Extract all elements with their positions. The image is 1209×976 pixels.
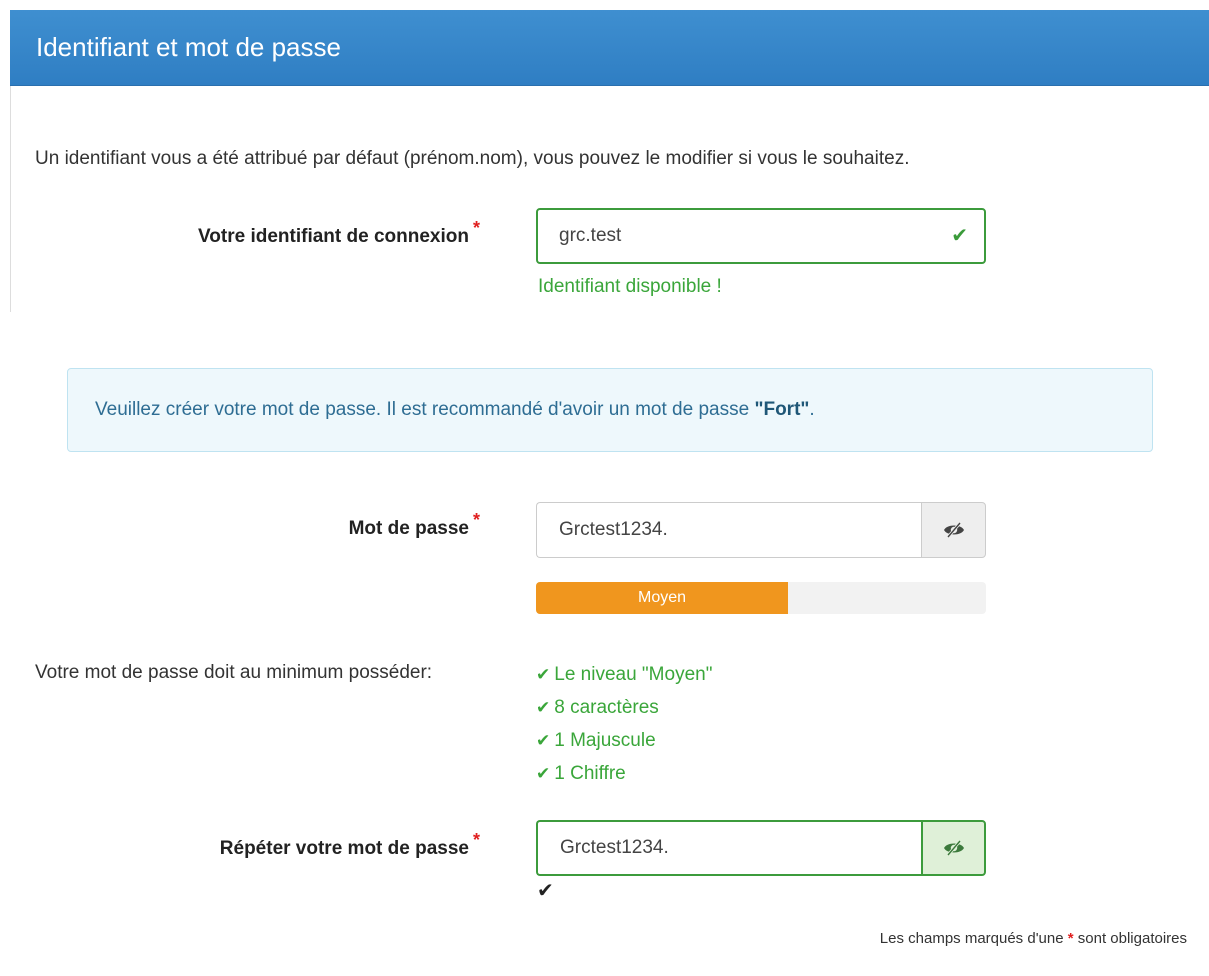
eye-slash-icon (943, 522, 964, 538)
required-fields-note: Les champs marqués d'une * sont obligato… (880, 930, 1187, 947)
alert-text-before: Veuillez créer votre mot de passe. Il es… (95, 399, 755, 420)
alert-text-after: . (809, 399, 815, 420)
login-input[interactable]: grc.test ✔ (536, 208, 986, 264)
confirm-password-input-value: Grctest1234. (560, 837, 669, 858)
alert-strong: "Fort" (754, 399, 810, 420)
confirm-password-toggle-button[interactable] (921, 820, 986, 876)
check-icon: ✔ (536, 665, 551, 684)
check-icon: ✔ (537, 880, 554, 902)
requirements-label: Votre mot de passe doit au minimum possé… (35, 662, 433, 683)
check-icon: ✔ (536, 698, 551, 717)
confirm-password-input[interactable]: Grctest1234. (536, 820, 921, 876)
panel-header: Identifiant et mot de passe (10, 10, 1209, 86)
intro-text: Un identifiant vous a été attribué par d… (35, 148, 910, 169)
alert-text: Veuillez créer votre mot de passe. Il es… (95, 399, 815, 421)
login-label: Votre identifiant de connexion * (100, 218, 480, 248)
requirement-item: ✔ 1 Chiffre (536, 757, 712, 790)
check-icon: ✔ (951, 225, 968, 247)
requirement-text: 1 Majuscule (554, 730, 656, 751)
required-marker: * (472, 510, 480, 530)
password-group: Grctest1234. (536, 502, 986, 558)
requirement-item: ✔ 1 Majuscule (536, 724, 712, 757)
check-icon: ✔ (536, 731, 551, 750)
confirm-password-group: Grctest1234. (536, 820, 986, 876)
panel-left-border (10, 86, 11, 312)
footnote-text-after: sont obligatoires (1073, 930, 1187, 947)
login-availability-text: Identifiant disponible ! (538, 276, 722, 297)
eye-slash-icon (943, 840, 964, 856)
required-marker: * (472, 830, 480, 850)
requirement-text: 1 Chiffre (554, 763, 626, 784)
required-marker: * (472, 218, 480, 238)
requirement-item: ✔ Le niveau "Moyen" (536, 658, 712, 691)
confirm-password-label-text: Répéter votre mot de passe (219, 838, 469, 859)
check-icon: ✔ (536, 764, 551, 783)
requirements-list: ✔ Le niveau "Moyen" ✔ 8 caractères ✔ 1 Majusc… (536, 658, 712, 790)
password-toggle-button[interactable] (921, 502, 986, 558)
confirm-password-label: Répéter votre mot de passe * (100, 830, 480, 860)
password-input-value: Grctest1234. (559, 519, 668, 540)
info-alert: Veuillez créer votre mot de passe. Il es… (67, 368, 1153, 452)
password-input[interactable]: Grctest1234. (536, 502, 921, 558)
login-label-text: Votre identifiant de connexion (198, 226, 469, 247)
login-input-value: grc.test (559, 225, 622, 246)
panel-title: Identifiant et mot de passe (36, 32, 341, 62)
footnote-text-before: Les champs marqués d'une (879, 930, 1068, 947)
password-strength-bar: Moyen (536, 582, 788, 614)
requirement-text: Le niveau "Moyen" (554, 664, 713, 685)
requirement-text: 8 caractères (554, 697, 659, 718)
password-label-text: Mot de passe (348, 518, 469, 539)
requirement-item: ✔ 8 caractères (536, 691, 712, 724)
password-label: Mot de passe * (100, 510, 480, 540)
password-strength-meter: Moyen (536, 582, 986, 614)
